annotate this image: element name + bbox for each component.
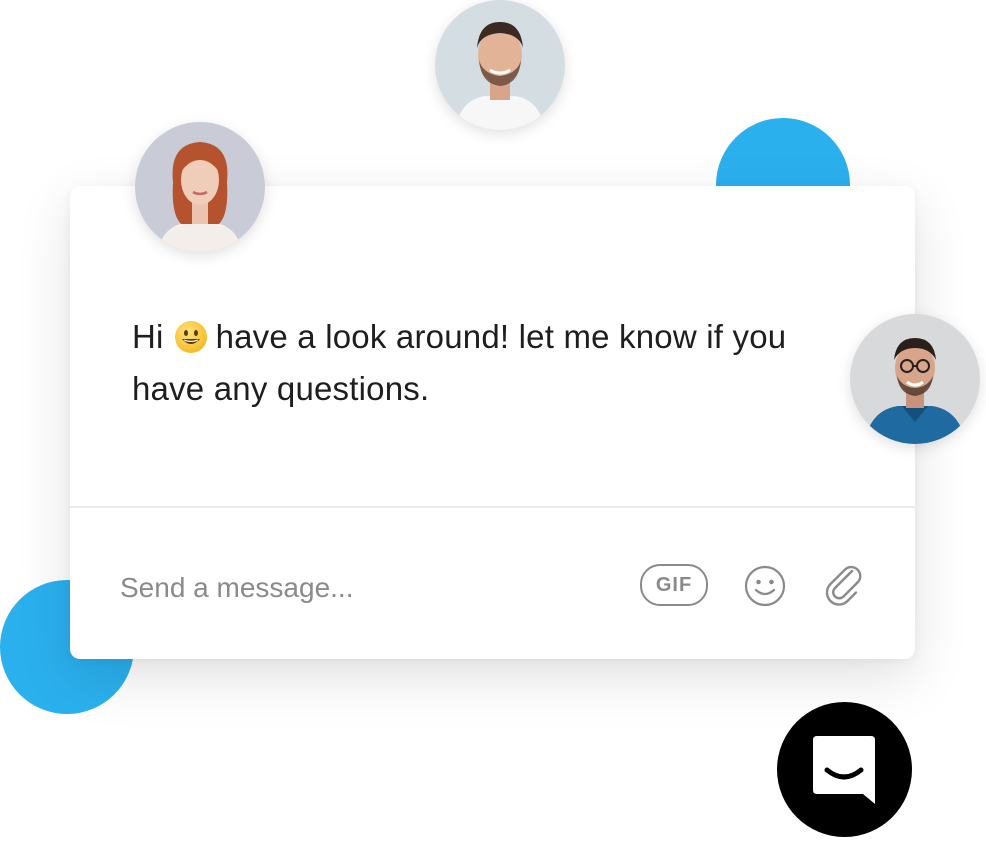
man-beard-avatar — [435, 0, 565, 130]
attach-button[interactable] — [822, 562, 868, 613]
emoji-button[interactable] — [743, 564, 787, 613]
gif-button[interactable]: GIF — [640, 564, 708, 606]
chat-message: Hi have a look around! let me know if yo… — [132, 314, 832, 412]
message-text: have a look around! let me know if you h… — [132, 318, 787, 407]
message-greeting: Hi — [132, 318, 164, 355]
message-input[interactable] — [120, 568, 600, 608]
chat-card: Hi have a look around! let me know if yo… — [70, 186, 915, 659]
chat-launcher-button[interactable] — [777, 702, 912, 837]
paperclip-icon — [822, 565, 868, 612]
grinning-face-icon — [174, 320, 208, 366]
smiley-icon — [743, 565, 787, 612]
chat-bubble-smile-icon — [777, 736, 912, 841]
man-glasses-avatar — [850, 314, 980, 444]
woman-red-hair-avatar — [135, 122, 265, 252]
message-composer: GIF — [70, 508, 915, 659]
